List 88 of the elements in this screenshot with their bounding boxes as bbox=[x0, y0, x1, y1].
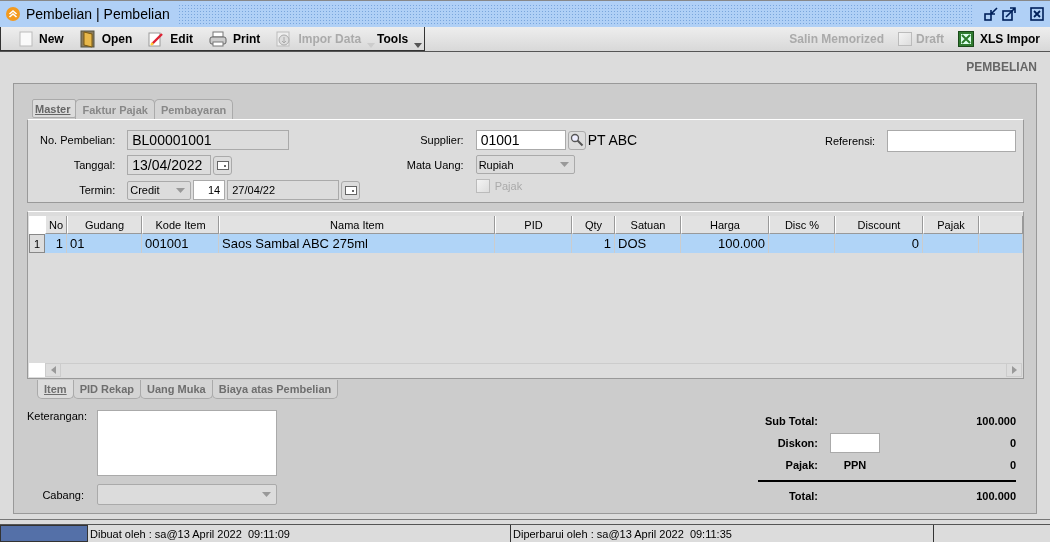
horizontal-scrollbar[interactable] bbox=[29, 363, 1022, 377]
table-cell bbox=[769, 234, 835, 253]
table-cell bbox=[979, 234, 1023, 253]
field-label: Supplier: bbox=[419, 134, 464, 146]
pencil-page-icon bbox=[148, 30, 165, 47]
column-header[interactable]: No bbox=[45, 216, 67, 234]
toolbar-button[interactable]: New bbox=[19, 27, 80, 50]
scroll-left-icon bbox=[50, 366, 56, 374]
tab[interactable]: Master bbox=[32, 99, 77, 118]
toolbar-button[interactable]: Print bbox=[209, 27, 277, 50]
xls-import-button[interactable]: XLS Impor bbox=[958, 28, 1040, 50]
calendar-button[interactable] bbox=[341, 180, 361, 200]
toolbar-button[interactable]: Open bbox=[79, 27, 149, 50]
column-header[interactable]: Pajak bbox=[923, 216, 979, 234]
tools-menu[interactable]: Tools bbox=[377, 27, 425, 50]
table-cell: 1 bbox=[45, 234, 67, 253]
column-header[interactable]: Harga bbox=[681, 216, 769, 234]
currency-dropdown[interactable]: Rupiah bbox=[475, 155, 575, 174]
table-cell: Saos Sambal ABC 275ml bbox=[219, 234, 495, 253]
column-header[interactable]: Qty bbox=[572, 216, 615, 234]
field-label: Tanggal: bbox=[72, 159, 116, 171]
days-field[interactable]: 14 bbox=[193, 180, 226, 200]
term-dropdown[interactable]: Credit bbox=[127, 180, 192, 200]
table-row[interactable]: 1 1 01 001001 Saos Sambal ABC 275ml 1 DOS 100.000 0 bbox=[29, 234, 1023, 253]
table-cell: 1 bbox=[572, 234, 615, 253]
column-header[interactable]: Gudang bbox=[67, 216, 142, 234]
total-value: 100.000 bbox=[975, 490, 1016, 502]
door-icon bbox=[79, 29, 96, 48]
column-header[interactable]: Disc % bbox=[769, 216, 835, 234]
discount-field[interactable] bbox=[830, 433, 880, 453]
search-button[interactable] bbox=[567, 130, 586, 150]
field-label: Termin: bbox=[78, 184, 116, 196]
table-cell: 100.000 bbox=[681, 234, 769, 253]
supplier-name: PT ABC bbox=[587, 132, 638, 148]
app-logo-icon bbox=[6, 7, 20, 21]
total-label: Sub Total: bbox=[764, 414, 818, 429]
dropdown-arrow-icon bbox=[176, 187, 186, 193]
table-cell bbox=[923, 234, 979, 253]
restore-icon[interactable] bbox=[984, 7, 998, 21]
reference-field[interactable] bbox=[887, 130, 1017, 152]
date-field[interactable]: 13/04/2022 bbox=[127, 155, 212, 175]
total-label: Total: bbox=[787, 489, 818, 504]
close-icon[interactable] bbox=[1030, 7, 1044, 21]
field-label: Cabang: bbox=[41, 489, 84, 502]
field-label: Referensi: bbox=[825, 135, 876, 147]
page-heading: PEMBELIAN bbox=[965, 59, 1037, 76]
tab[interactable]: Item bbox=[37, 380, 74, 399]
table-cell: 0 bbox=[835, 234, 923, 253]
printer-icon bbox=[209, 30, 228, 47]
total-label: Diskon: bbox=[776, 436, 818, 451]
total-value: 0 bbox=[1008, 459, 1016, 471]
spreadsheet-icon bbox=[958, 31, 974, 47]
tab[interactable]: Uang Muka bbox=[140, 380, 213, 399]
table-cell: 001001 bbox=[142, 234, 219, 253]
total-value: 100.000 bbox=[975, 415, 1016, 427]
window-title: Pembelian | Pembelian bbox=[26, 6, 171, 22]
supplier-field[interactable]: 01001 bbox=[475, 130, 566, 150]
column-header[interactable]: PID bbox=[495, 216, 572, 234]
toolbar-button[interactable]: Edit bbox=[148, 27, 210, 50]
calendar-icon bbox=[216, 160, 229, 170]
status-text: Dibuat oleh : sa@13 April 2022 09:11:09 bbox=[88, 525, 511, 542]
column-header[interactable]: Discount bbox=[835, 216, 923, 234]
field-label: No. Pembelian: bbox=[40, 134, 116, 146]
calendar-icon bbox=[344, 185, 357, 195]
column-header[interactable]: Nama Item bbox=[219, 216, 495, 234]
dropdown-arrow-icon bbox=[559, 162, 569, 167]
total-label: Pajak: bbox=[784, 458, 818, 473]
dropdown-arrow-icon bbox=[262, 491, 271, 497]
field-label: Mata Uang: bbox=[405, 158, 464, 171]
table-cell: DOS bbox=[615, 234, 681, 253]
table-cell: 01 bbox=[67, 234, 142, 253]
due-date-field[interactable]: 27/04/22 bbox=[227, 180, 340, 200]
import-icon bbox=[276, 30, 293, 47]
search-icon bbox=[569, 133, 584, 147]
dropdown-arrow-icon bbox=[414, 42, 423, 48]
row-number: 1 bbox=[29, 234, 45, 253]
status-text: Diperbarui oleh : sa@13 April 2022 09:11:35 bbox=[511, 525, 934, 542]
maximize-icon[interactable] bbox=[1002, 7, 1016, 21]
column-header[interactable]: Kode Item bbox=[142, 216, 219, 234]
column-header[interactable]: Satuan bbox=[615, 216, 681, 234]
blank-page-icon bbox=[19, 30, 33, 47]
calendar-button[interactable] bbox=[213, 155, 233, 175]
purchase-number-field: BL00001001 bbox=[127, 130, 290, 150]
notes-field[interactable] bbox=[97, 410, 277, 476]
total-value: 0 bbox=[1008, 437, 1016, 449]
field-label: Keterangan: bbox=[27, 410, 84, 422]
tax-name: PPN bbox=[842, 459, 868, 471]
scroll-right-icon bbox=[1011, 366, 1017, 374]
